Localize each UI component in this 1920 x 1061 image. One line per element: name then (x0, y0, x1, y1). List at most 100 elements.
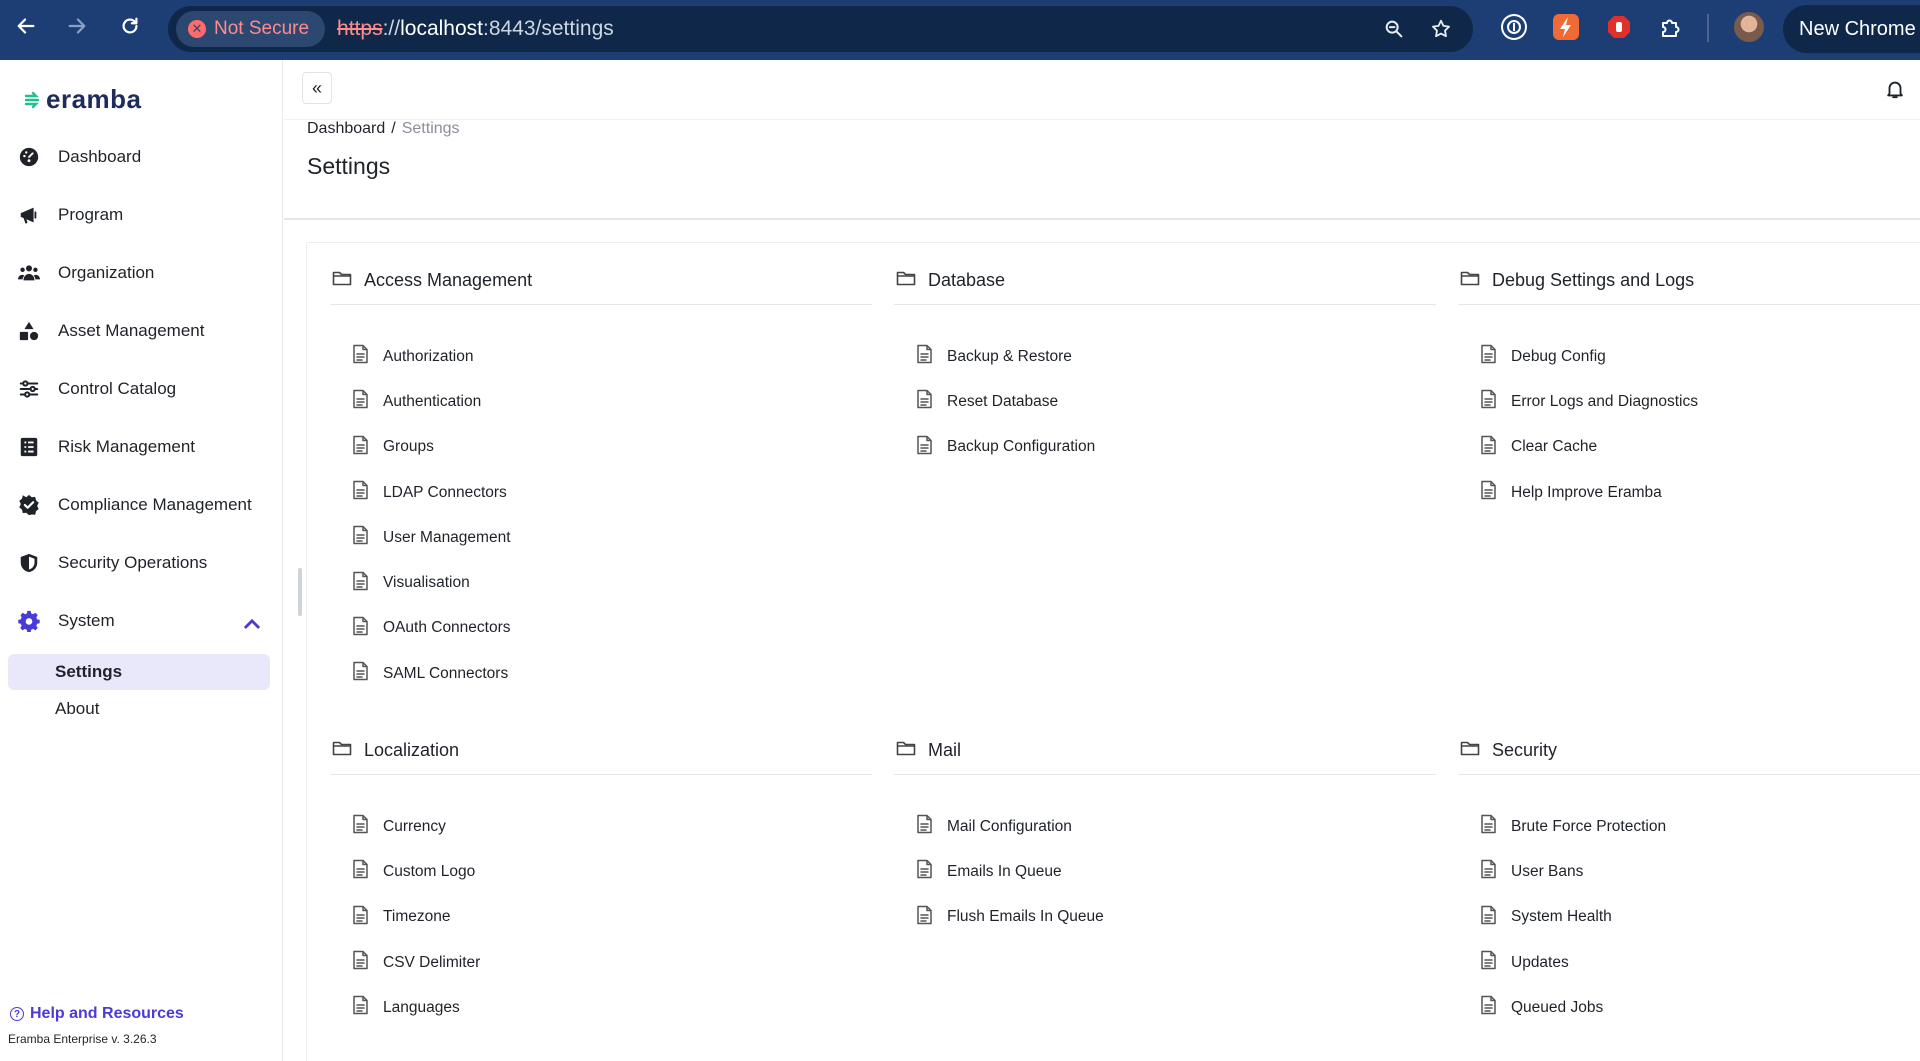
forward-arrow-icon[interactable] (64, 13, 90, 39)
new-chrome-button[interactable]: New Chrome (1783, 5, 1920, 53)
gauge-icon (19, 147, 39, 167)
sidebar-subitem-about[interactable]: About (8, 691, 270, 727)
settings-link[interactable]: Authorization (330, 334, 872, 379)
profile-avatar[interactable] (1734, 12, 1764, 42)
section-header: Localization (330, 740, 872, 775)
folder-icon (332, 269, 352, 292)
document-icon (352, 661, 369, 686)
section-header: Access Management (330, 269, 872, 305)
settings-link[interactable]: SAML Connectors (330, 651, 872, 696)
sidebar-item-system[interactable]: System (18, 603, 273, 639)
settings-link[interactable]: Timezone (330, 895, 872, 940)
sidebar-item-dashboard[interactable]: Dashboard (18, 139, 273, 175)
settings-link-label: Flush Emails In Queue (947, 908, 1104, 926)
version-text: Eramba Enterprise v. 3.26.3 (8, 1032, 157, 1046)
settings-link[interactable]: CSV Delimiter (330, 940, 872, 985)
puzzle-extensions-icon[interactable] (1658, 14, 1684, 40)
sidebar-item-label: Risk Management (58, 437, 196, 456)
settings-link-label: Backup Configuration (947, 438, 1096, 456)
sidebar-item-security-operations[interactable]: Security Operations (18, 545, 273, 581)
document-icon (1480, 435, 1497, 460)
settings-link[interactable]: Updates (1458, 940, 1920, 985)
settings-link-label: SAML Connectors (383, 664, 509, 682)
sidebar-item-compliance-management[interactable]: Compliance Management (18, 487, 273, 523)
zoom-icon[interactable] (1383, 18, 1405, 40)
list-icon (20, 437, 38, 457)
settings-link[interactable]: Emails In Queue (894, 849, 1436, 894)
section-link-list: Debug Config Error Logs and Diagnostics Cl… (1458, 334, 1920, 515)
bell-icon[interactable] (1884, 78, 1906, 100)
chevron-up-icon[interactable] (241, 613, 263, 635)
document-icon (352, 435, 369, 460)
settings-link[interactable]: Help Improve Eramba (1458, 470, 1920, 515)
settings-link[interactable]: User Bans (1458, 849, 1920, 894)
sidebar-item-label: Asset Management (58, 321, 205, 340)
settings-link[interactable]: Backup Configuration (894, 425, 1436, 470)
breadcrumb: Dashboard / Settings (307, 120, 460, 138)
section-header: Database (894, 269, 1436, 305)
settings-link[interactable]: System Health (1458, 895, 1920, 940)
bookmark-star-icon[interactable] (1430, 18, 1452, 40)
breadcrumb-dashboard[interactable]: Dashboard (307, 120, 385, 138)
url-separator: :// (382, 17, 401, 40)
sidebar-item-label: Dashboard (58, 147, 142, 166)
settings-link[interactable]: Languages (330, 985, 872, 1030)
password-manager-extension-icon[interactable] (1501, 14, 1527, 40)
sidebar-item-label: System (58, 611, 115, 630)
sidebar-item-risk-management[interactable]: Risk Management (18, 429, 273, 465)
settings-link[interactable]: Backup & Restore (894, 334, 1436, 379)
settings-link[interactable]: Authentication (330, 379, 872, 424)
settings-link[interactable]: Groups (330, 425, 872, 470)
document-icon (352, 571, 369, 596)
sidebar-resize-handle[interactable] (298, 568, 302, 616)
settings-link[interactable]: Error Logs and Diagnostics (1458, 379, 1920, 424)
address-bar[interactable]: ✕ Not Secure https://localhost:8443/sett… (168, 6, 1473, 52)
shapes-icon (19, 321, 39, 341)
settings-link-label: Languages (383, 998, 460, 1016)
help-and-resources-link[interactable]: ? Help and Resources (10, 1005, 184, 1023)
sidebar-item-program[interactable]: Program (18, 197, 273, 233)
section-title: Mail (928, 740, 962, 760)
settings-link[interactable]: Reset Database (894, 379, 1436, 424)
sidebar-item-asset-management[interactable]: Asset Management (18, 313, 273, 349)
reload-icon[interactable] (117, 13, 143, 39)
settings-link-label: Visualisation (383, 574, 470, 592)
settings-link[interactable]: LDAP Connectors (330, 470, 872, 515)
users-icon (18, 265, 40, 281)
section-title: Access Management (364, 270, 533, 290)
collapse-sidebar-button[interactable]: « (302, 72, 332, 104)
settings-section: Localization Currency Custom Logo Timezone C… (330, 740, 872, 1030)
settings-link[interactable]: Debug Config (1458, 334, 1920, 379)
settings-link[interactable]: Mail Configuration (894, 804, 1436, 849)
document-icon (1480, 859, 1497, 884)
document-icon (352, 995, 369, 1020)
settings-link-label: Reset Database (947, 392, 1059, 410)
settings-link-label: Groups (383, 438, 434, 456)
settings-link[interactable]: User Management (330, 515, 872, 560)
toolbar-divider (1707, 14, 1709, 42)
settings-section: Mail Mail Configuration Emails In Queue Flu… (894, 740, 1436, 940)
settings-link[interactable]: Currency (330, 804, 872, 849)
settings-link[interactable]: Clear Cache (1458, 425, 1920, 470)
lightning-extension-icon[interactable] (1553, 14, 1579, 40)
folder-icon (896, 269, 916, 292)
settings-link[interactable]: Brute Force Protection (1458, 804, 1920, 849)
section-link-list: Currency Custom Logo Timezone CSV Delimiter… (330, 804, 872, 1030)
settings-link[interactable]: Flush Emails In Queue (894, 895, 1436, 940)
sidebar-item-organization[interactable]: Organization (18, 255, 273, 291)
settings-link[interactable]: Custom Logo (330, 849, 872, 894)
settings-link-label: Mail Configuration (947, 817, 1072, 835)
document-icon (1480, 814, 1497, 839)
stop-hand-extension-icon[interactable] (1606, 14, 1632, 40)
eramba-logo[interactable]: eramba (24, 84, 142, 115)
settings-link[interactable]: Queued Jobs (1458, 985, 1920, 1030)
back-arrow-icon[interactable] (13, 13, 39, 39)
settings-link[interactable]: OAuth Connectors (330, 606, 872, 651)
not-secure-chip[interactable]: ✕ Not Secure (176, 11, 326, 47)
sidebar-subitem-settings[interactable]: Settings (8, 654, 270, 690)
sidebar-item-control-catalog[interactable]: Control Catalog (18, 371, 273, 407)
settings-link[interactable]: Visualisation (330, 560, 872, 605)
settings-link-label: Queued Jobs (1511, 998, 1604, 1016)
section-link-list: Brute Force Protection User Bans System He… (1458, 804, 1920, 1030)
browser-toolbar: ✕ Not Secure https://localhost:8443/sett… (0, 0, 1920, 60)
